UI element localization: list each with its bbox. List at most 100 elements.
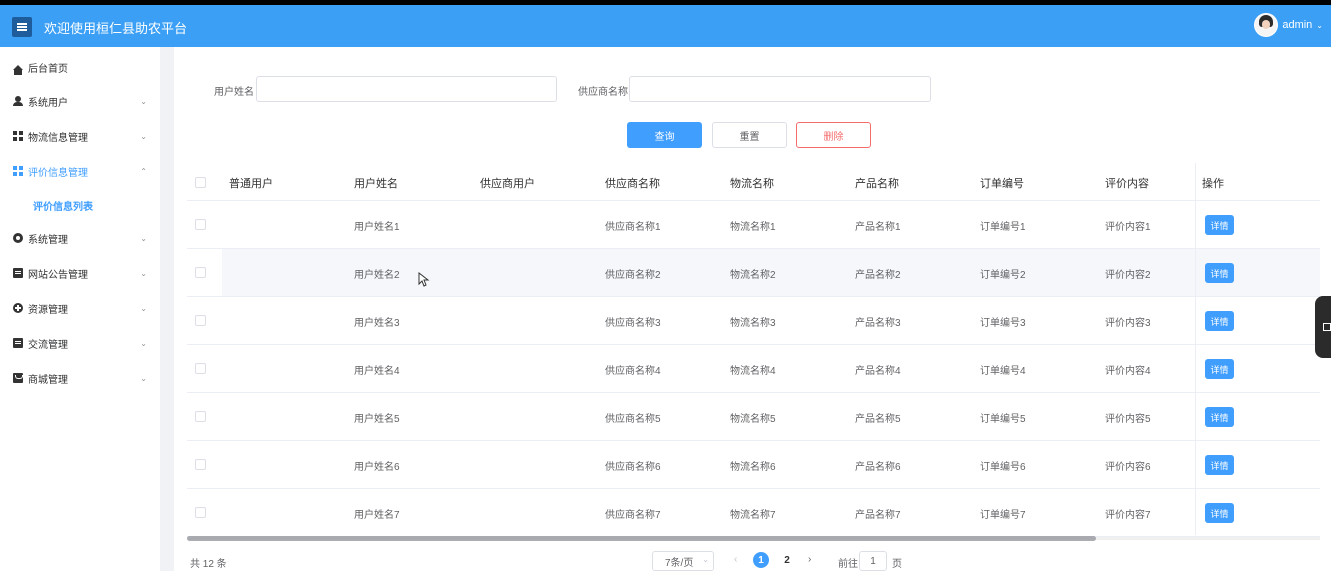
- row-checkbox[interactable]: [195, 219, 206, 230]
- cell-username: 用户姓名7: [354, 510, 400, 521]
- column-header: 供应商用户: [480, 178, 535, 190]
- home-icon: [13, 64, 23, 75]
- next-page-button[interactable]: ›: [808, 554, 811, 565]
- sidebar-item-label: 交流管理: [28, 339, 68, 351]
- cell-order: 订单编号7: [980, 510, 1026, 521]
- cell-product: 产品名称5: [855, 414, 901, 425]
- detail-button[interactable]: 详情: [1205, 215, 1234, 235]
- page-2-button[interactable]: 2: [779, 552, 795, 568]
- page-size-value[interactable]: 7条/页: [665, 554, 693, 569]
- table-row[interactable]: 用户姓名1 供应商名称1 物流名称1 产品名称1 订单编号1 评价内容1 详情: [187, 201, 1320, 249]
- table-row[interactable]: 用户姓名4 供应商名称4 物流名称4 产品名称4 订单编号4 评价内容4 详情: [187, 345, 1320, 393]
- cell-username: 用户姓名1: [354, 222, 400, 233]
- cell-supplier: 供应商名称6: [605, 462, 661, 473]
- top-header: 欢迎使用桓仁县助农平台 admin ⌄: [0, 5, 1331, 47]
- cell-logistics: 物流名称2: [730, 270, 776, 281]
- query-button[interactable]: 查询: [627, 122, 702, 148]
- select-all-checkbox[interactable]: [195, 177, 206, 188]
- sidebar-item-label: 系统管理: [28, 234, 68, 246]
- cell-order: 订单编号1: [980, 222, 1026, 233]
- column-header: 用户姓名: [354, 178, 398, 190]
- column-header: 订单编号: [980, 178, 1024, 190]
- sidebar-item-notices[interactable]: 网站公告管理 ⌄: [0, 255, 160, 291]
- chevron-down-icon: ⌄: [140, 96, 147, 106]
- cell-logistics: 物流名称6: [730, 462, 776, 473]
- table-row[interactable]: 用户姓名6 供应商名称6 物流名称6 产品名称6 订单编号6 评价内容6 详情: [187, 441, 1320, 489]
- avatar[interactable]: [1254, 13, 1279, 37]
- total-count: 共 12 条: [190, 559, 227, 570]
- sidebar-item-reviews[interactable]: 评价信息管理 ⌃: [0, 153, 160, 189]
- reset-button[interactable]: 重置: [712, 122, 787, 148]
- sidebar-item-home[interactable]: 后台首页: [0, 49, 160, 85]
- sidebar-item-label: 评价信息管理: [28, 167, 88, 179]
- app-title: 欢迎使用桓仁县助农平台: [44, 21, 188, 36]
- sidebar-item-mall[interactable]: 商城管理 ⌄: [0, 360, 160, 396]
- detail-button[interactable]: 详情: [1205, 407, 1234, 427]
- grid-icon: [13, 131, 23, 141]
- column-header: 供应商名称: [605, 178, 660, 190]
- row-checkbox[interactable]: [195, 315, 206, 326]
- sidebar-item-label: 系统用户: [28, 97, 68, 109]
- sidebar-item-label: 商城管理: [28, 374, 68, 386]
- horizontal-scrollbar[interactable]: [187, 536, 1096, 541]
- table-row[interactable]: 用户姓名2 供应商名称2 物流名称2 产品名称2 订单编号2 评价内容2 详情: [187, 249, 1320, 297]
- cell-order: 订单编号5: [980, 414, 1026, 425]
- sidebar-item-system[interactable]: 系统管理 ⌄: [0, 220, 160, 256]
- detail-button[interactable]: 详情: [1205, 359, 1234, 379]
- row-checkbox[interactable]: [195, 363, 206, 374]
- cell-supplier: 供应商名称2: [605, 270, 661, 281]
- table-row[interactable]: 用户姓名7 供应商名称7 物流名称7 产品名称7 订单编号7 评价内容7 详情: [187, 489, 1320, 537]
- cell-supplier: 供应商名称5: [605, 414, 661, 425]
- chevron-down-icon: ⌄: [140, 233, 147, 243]
- menu-icon[interactable]: [12, 17, 32, 37]
- cell-supplier: 供应商名称4: [605, 366, 661, 377]
- table-row[interactable]: 用户姓名3 供应商名称3 物流名称3 产品名称3 订单编号3 评价内容3 详情: [187, 297, 1320, 345]
- delete-button[interactable]: 删除: [796, 122, 871, 148]
- detail-button[interactable]: 详情: [1205, 503, 1234, 523]
- floating-side-tab[interactable]: [1315, 296, 1331, 358]
- cell-product: 产品名称4: [855, 366, 901, 377]
- column-header: 评价内容: [1105, 178, 1149, 190]
- goto-page-input[interactable]: 1: [859, 551, 887, 571]
- page-1-button[interactable]: 1: [753, 552, 769, 568]
- username-label: 用户姓名: [214, 87, 254, 98]
- row-checkbox[interactable]: [195, 459, 206, 470]
- cell-review: 评价内容1: [1105, 222, 1151, 233]
- sidebar-item-resources[interactable]: 资源管理 ⌄: [0, 290, 160, 326]
- user-menu[interactable]: admin ⌄: [1254, 13, 1323, 37]
- chevron-down-icon[interactable]: ⌄: [1316, 21, 1323, 30]
- doc-icon: [13, 268, 23, 278]
- detail-button[interactable]: 详情: [1205, 311, 1234, 331]
- sidebar-item-logistics[interactable]: 物流信息管理 ⌄: [0, 118, 160, 154]
- prev-page-button[interactable]: ‹: [734, 554, 737, 565]
- page-size-select[interactable]: 7条/页 ⌄: [652, 551, 714, 571]
- row-checkbox[interactable]: [195, 411, 206, 422]
- detail-button[interactable]: 详情: [1205, 455, 1234, 475]
- cell-username: 用户姓名3: [354, 318, 400, 329]
- sidebar-item-label: 资源管理: [28, 304, 68, 316]
- fixed-column-divider: [1195, 163, 1196, 535]
- sidebar-subitem-review-list[interactable]: 评价信息列表: [0, 193, 160, 217]
- row-checkbox[interactable]: [195, 267, 206, 278]
- table-row[interactable]: 用户姓名5 供应商名称5 物流名称5 产品名称5 订单编号5 评价内容5 详情: [187, 393, 1320, 441]
- username-input[interactable]: [256, 76, 557, 102]
- table-header: 普通用户 用户姓名 供应商用户 供应商名称 物流名称 产品名称 订单编号 评价内…: [187, 163, 1320, 201]
- cell-order: 订单编号3: [980, 318, 1026, 329]
- chevron-down-icon: ⌄: [140, 303, 147, 313]
- cell-supplier: 供应商名称7: [605, 510, 661, 521]
- cell-product: 产品名称2: [855, 270, 901, 281]
- user-name[interactable]: admin: [1282, 19, 1312, 31]
- detail-button[interactable]: 详情: [1205, 263, 1234, 283]
- chevron-down-icon[interactable]: ⌄: [702, 555, 709, 564]
- cell-order: 订单编号4: [980, 366, 1026, 377]
- cell-logistics: 物流名称3: [730, 318, 776, 329]
- supplier-input[interactable]: [629, 76, 931, 102]
- goto-suffix: 页: [892, 559, 902, 570]
- sidebar-item-exchange[interactable]: 交流管理 ⌄: [0, 325, 160, 361]
- supplier-label: 供应商名称: [578, 87, 628, 98]
- cell-username: 用户姓名4: [354, 366, 400, 377]
- row-checkbox[interactable]: [195, 507, 206, 518]
- sidebar-item-system-users[interactable]: 系统用户 ⌄: [0, 83, 160, 119]
- chevron-down-icon: ⌄: [140, 268, 147, 278]
- cell-review: 评价内容6: [1105, 462, 1151, 473]
